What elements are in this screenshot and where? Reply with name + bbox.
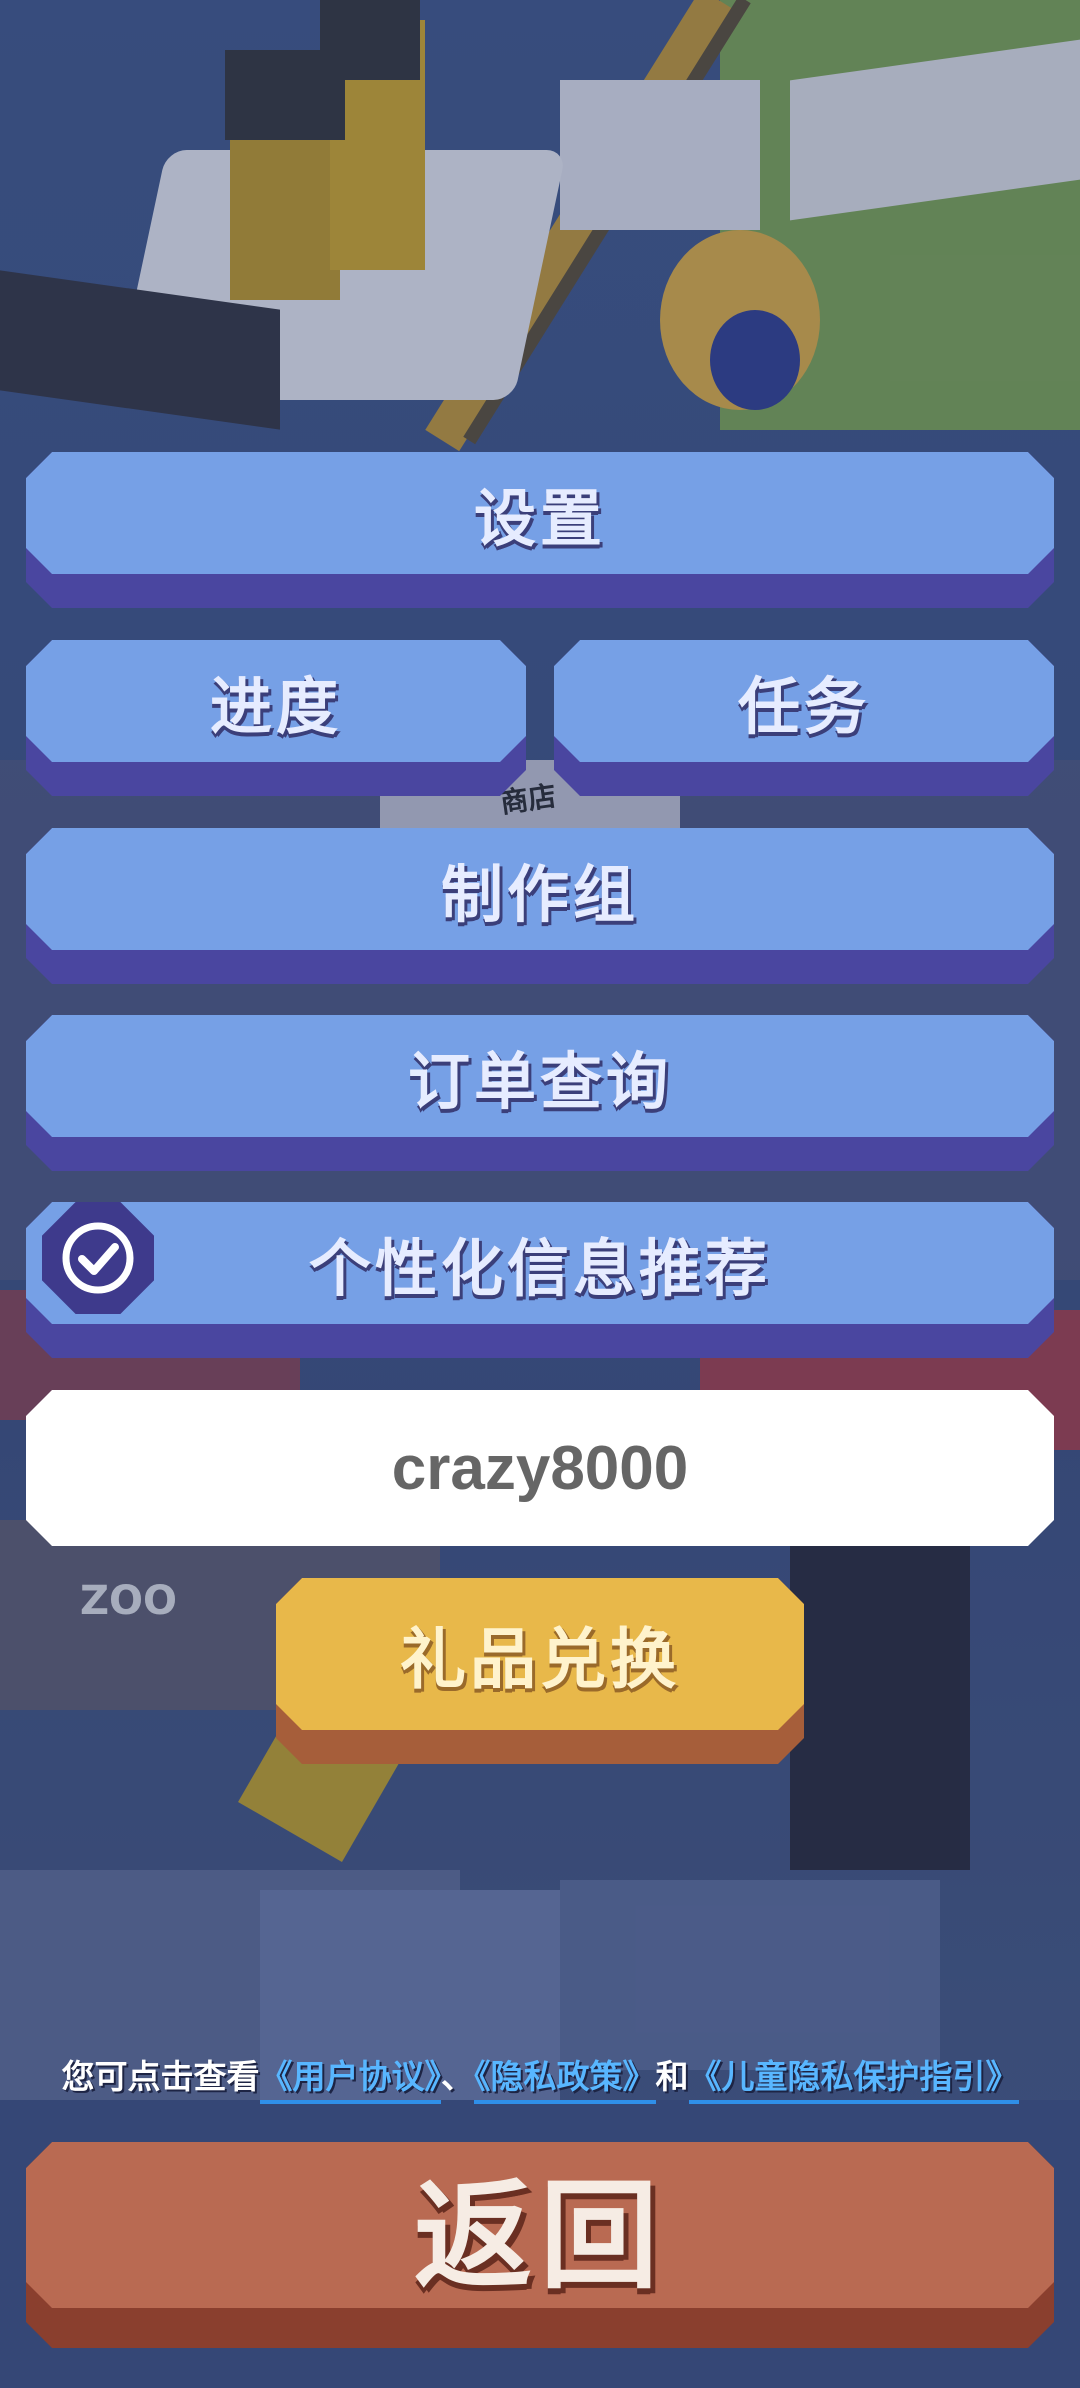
tasks-label: 任务 <box>737 670 870 743</box>
back-button[interactable]: 返回 <box>26 2142 1054 2348</box>
back-label: 返回 <box>413 2166 666 2305</box>
personalized-recommendation-toggle[interactable]: 个性化信息推荐 <box>26 1202 1054 1358</box>
credits-button[interactable]: 制作组 <box>26 828 1054 984</box>
checkbox-checked-icon[interactable] <box>42 1202 154 1314</box>
redeem-code-field[interactable]: crazy8000 <box>26 1390 1054 1546</box>
agreement-and: 和 <box>655 2057 689 2096</box>
progress-button[interactable]: 进度 <box>26 640 526 796</box>
credits-label: 制作组 <box>440 858 639 931</box>
settings-button[interactable]: 设置 <box>26 452 1054 608</box>
settings-label: 设置 <box>473 482 606 555</box>
game-scene-background: 商店 ZOO <box>0 0 1080 2388</box>
agreement-prefix: 您可点击查看 <box>61 2057 260 2096</box>
personalized-recommendation-label: 个性化信息推荐 <box>308 1232 771 1305</box>
order-query-button[interactable]: 订单查询 <box>26 1015 1054 1171</box>
tasks-button[interactable]: 任务 <box>554 640 1054 796</box>
progress-label: 进度 <box>209 670 342 743</box>
child-privacy-link[interactable]: 《儿童隐私保护指引》 <box>688 2057 1019 2104</box>
user-agreement-link[interactable]: 《用户协议》 <box>259 2057 441 2104</box>
gift-redeem-button[interactable]: 礼品兑换 <box>276 1578 804 1764</box>
agreement-notice: 您可点击查看《用户协议》、《隐私政策》和《儿童隐私保护指引》 <box>0 2050 1080 2104</box>
privacy-policy-link[interactable]: 《隐私政策》 <box>474 2057 656 2104</box>
gift-redeem-label: 礼品兑换 <box>400 1621 680 1698</box>
order-query-label: 订单查询 <box>407 1045 672 1118</box>
redeem-code-value: crazy8000 <box>391 1433 689 1503</box>
agreement-separator: 、 <box>441 2057 474 2096</box>
